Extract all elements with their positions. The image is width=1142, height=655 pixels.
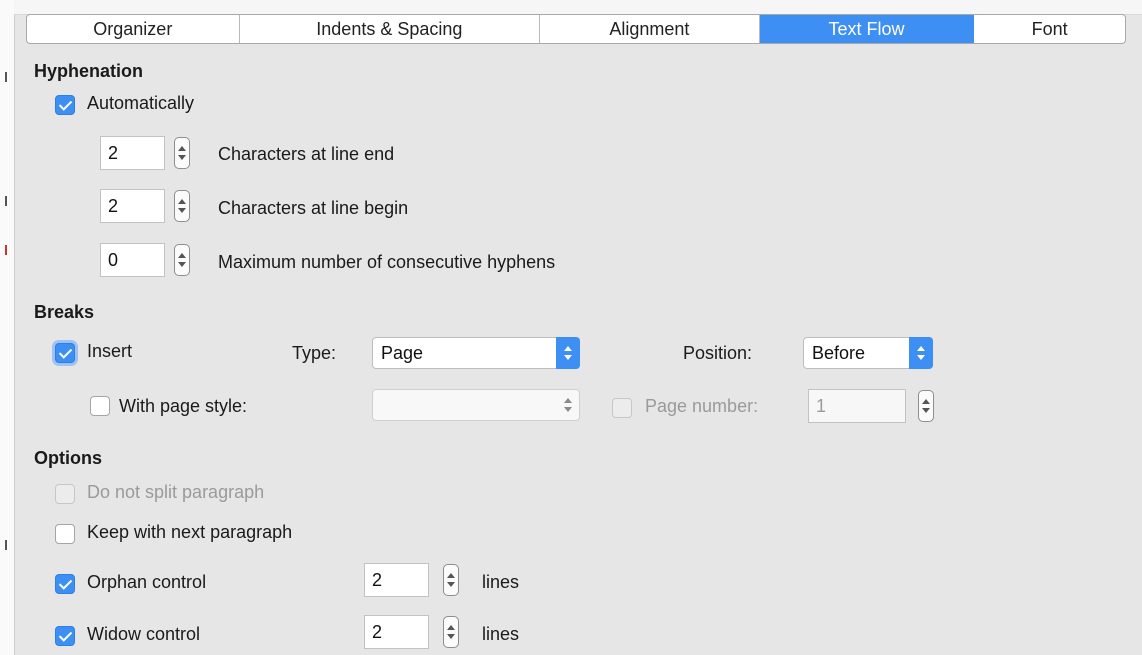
- chars-line-begin-stepper[interactable]: [174, 190, 190, 222]
- chevron-updown-icon: [909, 337, 933, 369]
- type-label: Type:: [292, 343, 337, 363]
- with-page-style-checkbox[interactable]: [90, 396, 110, 416]
- with-page-style-label: With page style:: [119, 396, 248, 416]
- break-type-select[interactable]: Page: [372, 337, 580, 369]
- chevron-updown-icon: [556, 389, 580, 421]
- widow-lines-unit: lines: [482, 624, 520, 644]
- insert-break-label: Insert: [87, 341, 133, 361]
- do-not-split-checkbox[interactable]: [55, 484, 75, 504]
- edge-marker: [5, 196, 7, 206]
- chars-line-begin-label: Characters at line begin: [218, 198, 409, 218]
- max-hyphens-label: Maximum number of consecutive hyphens: [218, 252, 556, 272]
- page-number-stepper[interactable]: [918, 390, 934, 422]
- break-type-value: Page: [381, 342, 424, 363]
- position-label: Position:: [683, 343, 753, 363]
- tab-alignment[interactable]: Alignment: [540, 15, 760, 43]
- keep-with-next-checkbox[interactable]: [55, 524, 75, 544]
- tab-text-flow[interactable]: Text Flow: [759, 15, 975, 43]
- breaks-heading: Breaks: [34, 302, 95, 322]
- tab-font[interactable]: Font: [974, 15, 1125, 43]
- edge-marker: [5, 72, 7, 82]
- orphan-lines-stepper[interactable]: [443, 564, 459, 596]
- break-position-select[interactable]: Before: [803, 337, 933, 369]
- page-number-label: Page number:: [645, 396, 759, 416]
- chars-line-begin-input[interactable]: 2: [100, 189, 165, 223]
- tab-indents-spacing[interactable]: Indents & Spacing: [240, 15, 541, 43]
- keep-with-next-label: Keep with next paragraph: [87, 522, 293, 542]
- widow-control-label: Widow control: [87, 624, 201, 644]
- max-hyphens-stepper[interactable]: [174, 244, 190, 276]
- tab-bar: Organizer Indents & Spacing Alignment Te…: [26, 14, 1126, 44]
- edge-marker: [5, 245, 7, 255]
- widow-lines-input[interactable]: 2: [364, 615, 429, 649]
- max-hyphens-input[interactable]: 0: [100, 243, 165, 277]
- chevron-updown-icon: [556, 337, 580, 369]
- orphan-control-checkbox[interactable]: [55, 574, 75, 594]
- automatically-label: Automatically: [87, 93, 195, 113]
- chars-line-end-label: Characters at line end: [218, 144, 395, 164]
- widow-control-checkbox[interactable]: [55, 626, 75, 646]
- page-number-checkbox[interactable]: [612, 398, 632, 418]
- do-not-split-label: Do not split paragraph: [87, 482, 265, 502]
- window-left-edge: [0, 0, 15, 655]
- tab-organizer[interactable]: Organizer: [27, 15, 240, 43]
- options-heading: Options: [34, 448, 102, 468]
- orphan-lines-unit: lines: [482, 572, 520, 592]
- toolbar-sliver: [14, 0, 1142, 15]
- edge-marker: [5, 540, 7, 550]
- hyphenation-heading: Hyphenation: [34, 61, 144, 81]
- chars-line-end-stepper[interactable]: [174, 137, 190, 169]
- orphan-lines-input[interactable]: 2: [364, 563, 429, 597]
- page-style-select[interactable]: [372, 389, 580, 421]
- insert-break-checkbox[interactable]: [55, 343, 75, 363]
- widow-lines-stepper[interactable]: [443, 616, 459, 648]
- automatically-checkbox[interactable]: [55, 95, 75, 115]
- page-number-input[interactable]: 1: [808, 389, 906, 423]
- orphan-control-label: Orphan control: [87, 572, 207, 592]
- break-position-value: Before: [812, 342, 866, 363]
- chars-line-end-input[interactable]: 2: [100, 136, 165, 170]
